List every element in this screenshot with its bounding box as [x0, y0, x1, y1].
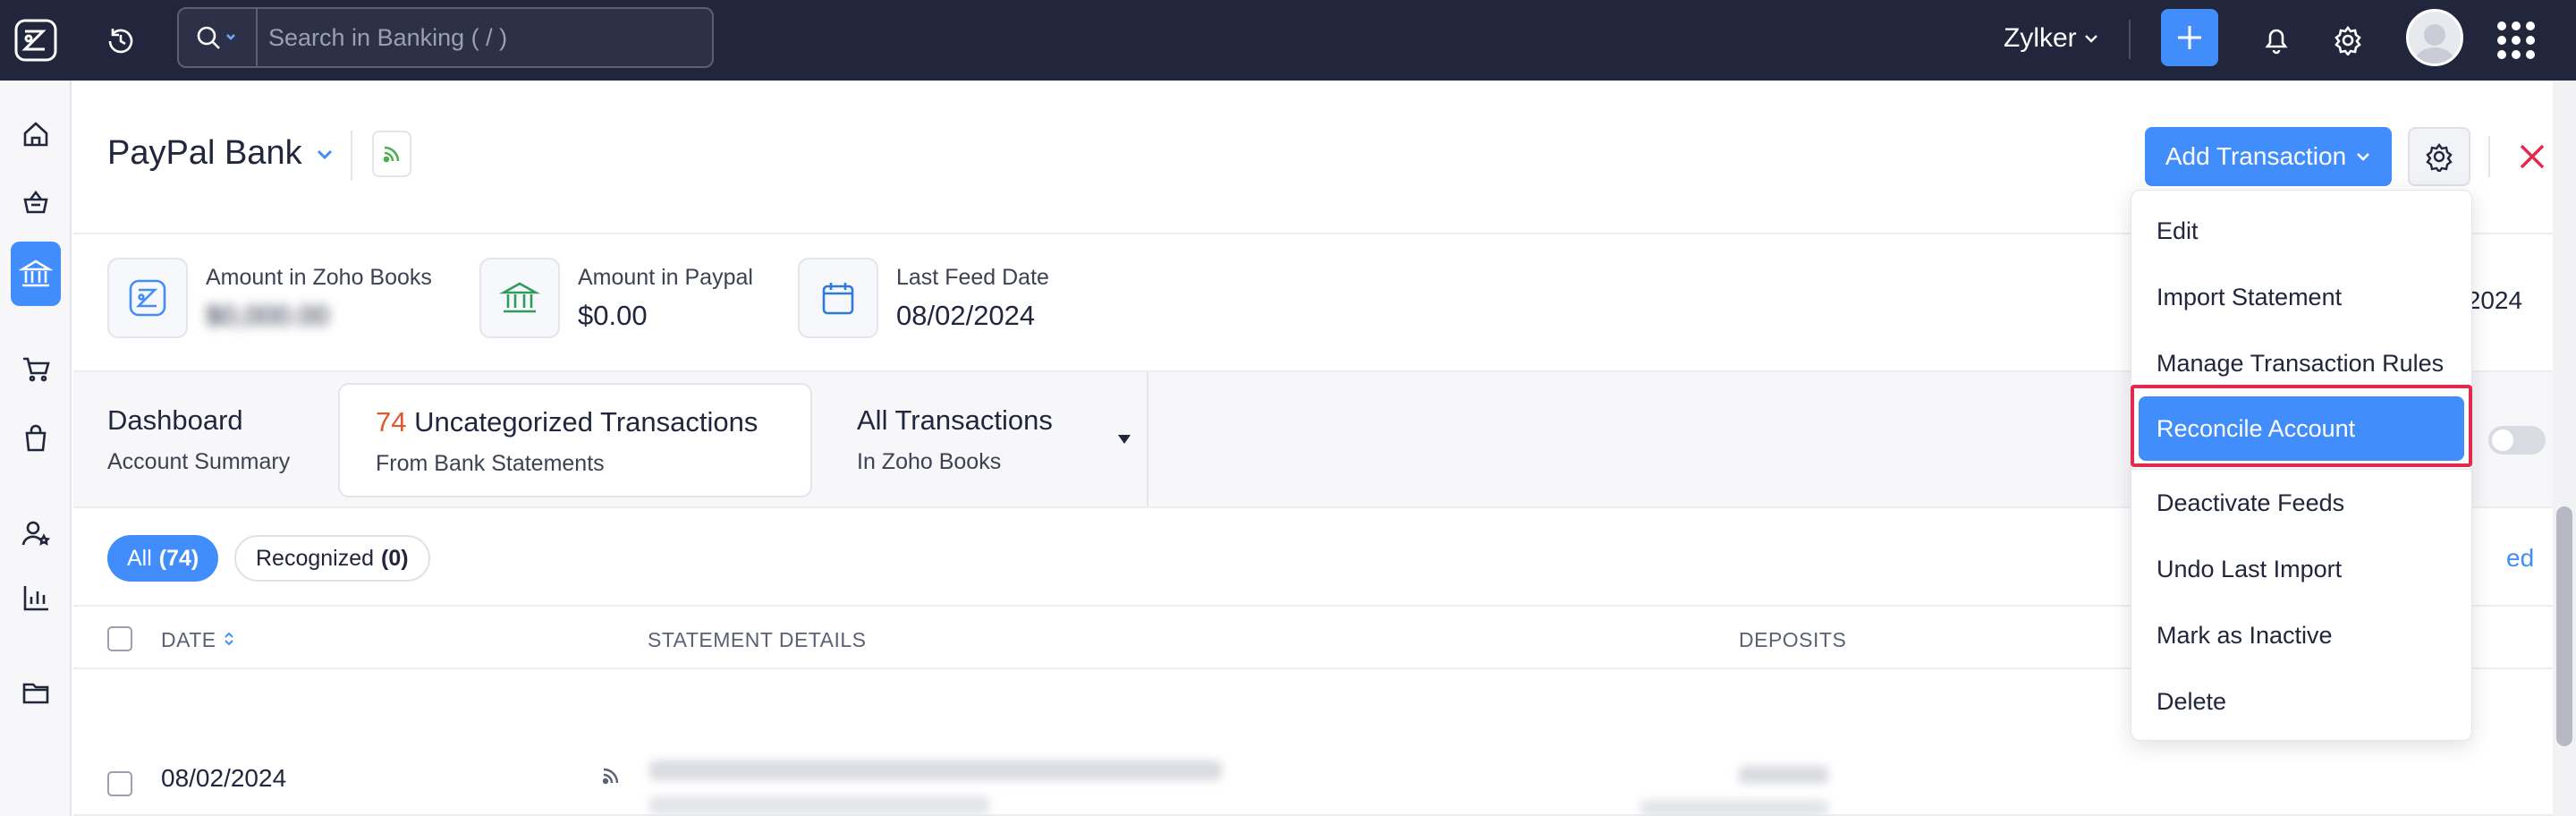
stat-paypal: Amount in Paypal $0.00	[479, 258, 753, 338]
menu-item-manage-transaction-rules[interactable]: Manage Transaction Rules	[2157, 350, 2444, 378]
account-settings-button[interactable]	[2408, 127, 2470, 186]
select-all-checkbox[interactable]	[107, 626, 132, 651]
banking-icon[interactable]	[11, 242, 61, 306]
bank-feed-rss-icon[interactable]	[372, 131, 411, 177]
tab-title: All Transactions	[857, 404, 1053, 436]
col-date-label: DATE	[161, 628, 216, 651]
menu-item-delete[interactable]: Delete	[2157, 688, 2226, 716]
chevron-down-icon	[2084, 35, 2097, 43]
app-grid-icon[interactable]	[2496, 20, 2537, 61]
add-transaction-button[interactable]: Add Transaction	[2145, 127, 2392, 186]
org-switcher[interactable]: Zylker	[2004, 23, 2100, 54]
chip-label: All	[127, 545, 152, 571]
stat-label: Amount in Zoho Books	[206, 264, 432, 290]
stat-zoho-books: Amount in Zoho Books $0,000.00	[107, 258, 432, 338]
chip-label: Recognized	[256, 545, 375, 571]
close-icon[interactable]	[2508, 132, 2556, 181]
menu-divider	[2131, 468, 2471, 470]
tab-uncategorized[interactable]: 74 Uncategorized Transactions From Bank …	[338, 383, 812, 497]
blurred-deposit	[1640, 800, 1828, 816]
items-basket-icon[interactable]	[11, 177, 61, 227]
topbar-divider	[2129, 20, 2131, 59]
sales-cart-icon[interactable]	[11, 344, 61, 394]
add-transaction-label: Add Transaction	[2165, 142, 2347, 170]
app-logo-icon[interactable]	[0, 0, 72, 81]
blurred-deposit	[1739, 766, 1828, 784]
highlight-box	[2131, 385, 2472, 467]
toggle-switch[interactable]	[2488, 426, 2546, 455]
account-name: PayPal Bank	[107, 134, 302, 172]
row-date: 08/02/2024	[161, 764, 287, 792]
settings-gear-icon[interactable]	[2326, 18, 2370, 63]
user-avatar[interactable]	[2406, 9, 2463, 66]
sort-icon	[224, 632, 233, 646]
col-date[interactable]: DATE	[161, 628, 235, 652]
stat-last-feed: Last Feed Date 08/02/2024	[798, 258, 1049, 338]
stat-value-blurred: $0,000.00	[206, 299, 329, 331]
left-sidebar	[0, 81, 72, 816]
accountant-icon[interactable]	[11, 508, 61, 558]
filter-recognized-chip[interactable]: Recognized (0)	[234, 535, 430, 582]
quick-create-button[interactable]	[2161, 9, 2218, 66]
stat-label: Last Feed Date	[896, 264, 1049, 290]
row-feed-rss-icon	[601, 766, 621, 790]
filter-all-chip[interactable]: All (74)	[107, 535, 219, 582]
chip-count: (74)	[158, 545, 199, 571]
tab-dashboard[interactable]: Dashboard Account Summary	[107, 404, 290, 475]
gear-icon	[2426, 143, 2453, 172]
menu-item-mark-as-inactive[interactable]: Mark as Inactive	[2157, 622, 2333, 650]
top-bar: Zylker	[0, 0, 2576, 81]
plus-icon	[2178, 26, 2201, 49]
org-name: Zylker	[2004, 23, 2077, 53]
menu-item-edit[interactable]: Edit	[2157, 217, 2199, 245]
title-divider	[351, 131, 352, 181]
scrollbar-thumb[interactable]	[2556, 506, 2572, 746]
close-divider	[2488, 136, 2490, 177]
menu-item-deactivate-feeds[interactable]: Deactivate Feeds	[2157, 489, 2344, 517]
books-logo-icon	[107, 258, 188, 338]
chevron-down-icon	[2357, 153, 2370, 161]
recent-activity-icon[interactable]	[100, 20, 141, 61]
stat-value: $0.00	[578, 299, 648, 331]
tab-all-transactions[interactable]: All Transactions In Zoho Books	[857, 404, 1053, 475]
stat-value: 08/02/2024	[896, 299, 1036, 331]
blurred-statement-line	[649, 761, 1222, 780]
stat-label: Amount in Paypal	[578, 264, 753, 290]
tab-title: Dashboard	[107, 404, 243, 436]
blurred-statement-line	[649, 796, 989, 814]
search-input[interactable]	[258, 23, 712, 52]
tab-subtitle: In Zoho Books	[857, 449, 1002, 474]
col-deposits: DEPOSITS	[1739, 628, 1847, 651]
tab-title: Uncategorized Transactions	[414, 406, 758, 438]
search-icon[interactable]	[179, 9, 258, 66]
tab-more-caret-icon[interactable]	[1111, 426, 1138, 453]
global-search[interactable]	[177, 7, 714, 68]
tab-subtitle: Account Summary	[107, 449, 291, 474]
notifications-bell-icon[interactable]	[2254, 18, 2299, 63]
tab-subtitle: From Bank Statements	[376, 451, 605, 476]
reports-chart-icon[interactable]	[11, 573, 61, 623]
home-icon[interactable]	[11, 109, 61, 159]
tab-divider	[1147, 372, 1148, 506]
col-statement-details: STATEMENT DETAILS	[648, 628, 867, 651]
chip-count: (0)	[381, 545, 409, 571]
menu-item-import-statement[interactable]: Import Statement	[2157, 284, 2342, 311]
account-switcher[interactable]: PayPal Bank	[107, 134, 335, 173]
row-checkbox[interactable]	[107, 771, 132, 796]
purchases-bag-icon[interactable]	[11, 413, 61, 463]
bank-icon	[479, 258, 560, 338]
documents-folder-icon[interactable]	[11, 667, 61, 718]
uncategorized-count: 74	[376, 406, 407, 438]
partial-link-text[interactable]: ed	[2506, 544, 2534, 573]
calendar-icon	[798, 258, 878, 338]
menu-item-undo-last-import[interactable]: Undo Last Import	[2157, 556, 2342, 583]
chevron-down-icon	[317, 149, 332, 159]
